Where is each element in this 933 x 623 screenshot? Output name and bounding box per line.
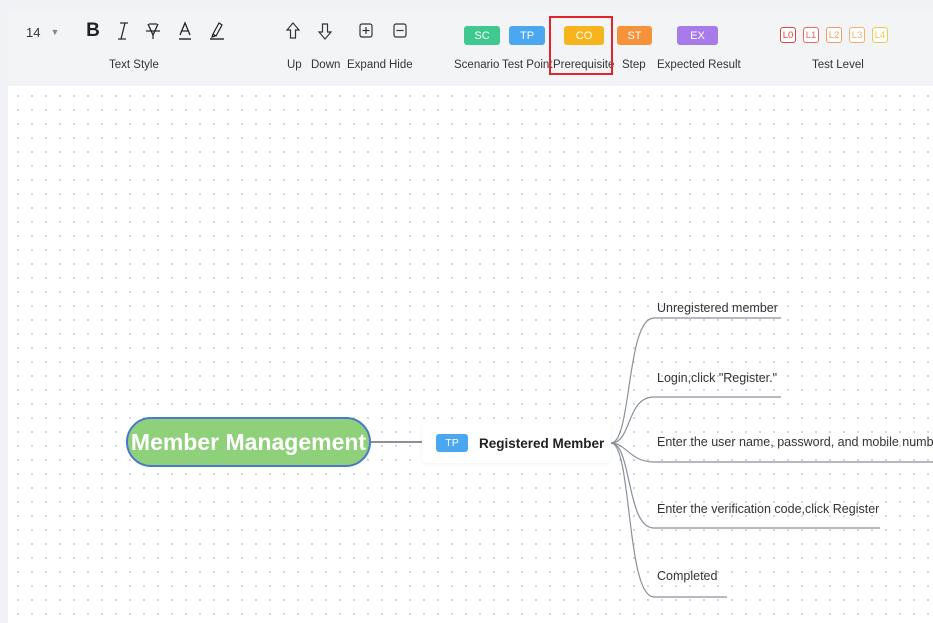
tag-step-button[interactable]: ST <box>617 26 652 45</box>
leaf-node-2[interactable]: Login,click "Register." <box>657 371 777 385</box>
root-node-label: Member Management <box>130 428 367 455</box>
test-level-group-label: Test Level <box>812 59 864 71</box>
test-level-l1-button[interactable]: L1 <box>803 27 819 43</box>
move-down-button[interactable] <box>315 20 334 42</box>
test-point-label: Test Point <box>502 59 553 71</box>
bold-button[interactable]: B <box>82 19 104 43</box>
leaf-node-3[interactable]: Enter the user name, password, and mobil… <box>657 435 933 449</box>
leaf-node-1[interactable]: Unregistered member <box>657 301 778 315</box>
tag-test-point-button[interactable]: TP <box>509 26 545 45</box>
test-level-l4-button[interactable]: L4 <box>872 27 888 43</box>
step-label: Step <box>622 59 646 71</box>
level-code: L2 <box>828 29 840 41</box>
tag-code: ST <box>627 29 642 42</box>
strikethrough-icon <box>146 23 160 39</box>
expected-result-label: Expected Result <box>657 59 741 71</box>
font-color-button[interactable] <box>174 19 196 43</box>
arrow-up-icon <box>285 22 300 39</box>
leaf-node-4[interactable]: Enter the verification code,click Regist… <box>657 502 879 516</box>
tag-code: CO <box>575 29 593 42</box>
hide-label: Hide <box>389 59 413 71</box>
font-color-icon <box>179 21 191 40</box>
expand-label: Expand <box>347 59 387 71</box>
tag-prerequisite-button[interactable]: CO <box>564 26 604 45</box>
strikethrough-button[interactable] <box>142 19 164 43</box>
arrow-down-icon <box>317 23 332 40</box>
expand-button[interactable] <box>356 20 375 42</box>
test-level-l0-button[interactable]: L0 <box>780 27 796 43</box>
test-level-l2-button[interactable]: L2 <box>826 27 842 43</box>
root-node[interactable]: Member Management <box>126 417 371 467</box>
test-level-l3-button[interactable]: L3 <box>849 27 865 43</box>
expand-icon <box>358 23 373 38</box>
text-style-group-label: Text Style <box>109 59 159 71</box>
highlighter-icon <box>210 22 224 40</box>
leaf-node-5[interactable]: Completed <box>657 569 717 583</box>
tag-code: TP <box>519 29 535 42</box>
test-point-tag: TP <box>436 434 468 452</box>
font-size-select[interactable]: 14 ▼ <box>26 22 74 42</box>
collapse-icon <box>392 23 407 38</box>
level-code: L4 <box>874 29 886 41</box>
toolbar: 14 ▼ B Text Style Up Down Expand Hide SC… <box>8 10 933 82</box>
level-code: L3 <box>851 29 863 41</box>
highlight-button[interactable] <box>206 19 228 43</box>
tag-code: SC <box>474 29 490 42</box>
hide-button[interactable] <box>390 20 409 42</box>
tag-expected-result-button[interactable]: EX <box>677 26 718 45</box>
font-size-value: 14 <box>26 24 41 40</box>
italic-icon <box>118 22 128 40</box>
tag-code: EX <box>690 29 705 42</box>
mindmap-editor: 14 ▼ B Text Style Up Down Expand Hide SC… <box>0 0 933 623</box>
chevron-down-icon: ▼ <box>50 27 60 37</box>
move-up-button[interactable] <box>283 20 302 42</box>
prerequisite-label: Prerequisite <box>553 59 615 71</box>
down-label: Down <box>311 59 341 71</box>
mindmap-canvas[interactable] <box>8 86 933 623</box>
level-code: L0 <box>782 29 794 41</box>
child-node-label: Registered Member <box>479 435 605 451</box>
scenario-label: Scenario <box>454 59 500 71</box>
up-label: Up <box>287 59 302 71</box>
child-node-registered-member[interactable]: TP Registered Member <box>422 423 611 463</box>
level-code: L1 <box>805 29 817 41</box>
tag-scenario-button[interactable]: SC <box>464 26 500 45</box>
bold-icon: B <box>86 20 100 41</box>
italic-button[interactable] <box>112 19 134 43</box>
